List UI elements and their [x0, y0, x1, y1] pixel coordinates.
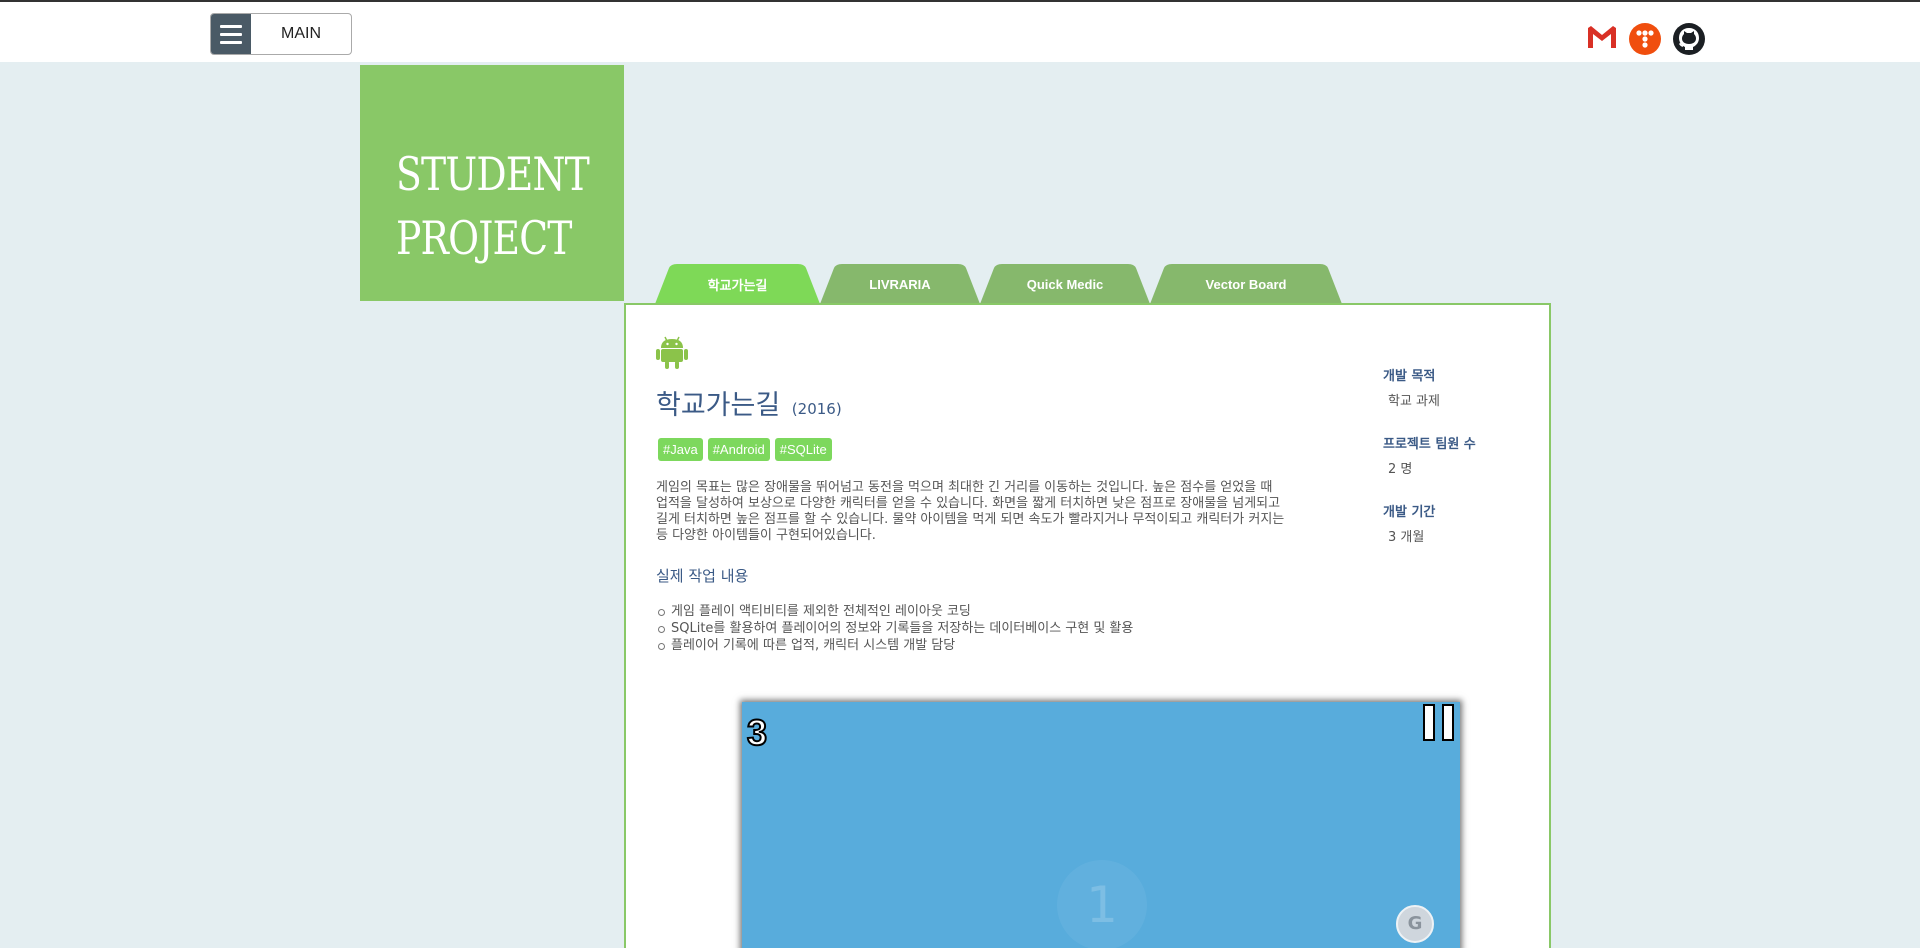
- coin-icon: G: [1396, 905, 1434, 943]
- tab-livraria[interactable]: LIVRARIA: [820, 264, 980, 304]
- top-bar: MAIN: [0, 0, 1920, 62]
- tab-label: 학교가는길: [707, 277, 768, 293]
- tag-list: #Java #Android #SQLite: [658, 438, 832, 461]
- project-year: (2016): [791, 400, 842, 418]
- hero-line-1: STUDENT: [396, 147, 590, 201]
- purpose-label: 개발 목적: [1383, 369, 1436, 384]
- team-label: 프로젝트 팀원 수: [1383, 437, 1476, 452]
- tab-school-road[interactable]: 학교가는길: [655, 264, 820, 304]
- period-label: 개발 기간: [1383, 505, 1436, 520]
- tab-label: Quick Medic: [1026, 276, 1104, 292]
- tab-vector-board[interactable]: Vector Board: [1150, 264, 1342, 304]
- purpose-value: 학교 과제: [1388, 394, 1440, 409]
- tab-label: Vector Board: [1205, 276, 1287, 292]
- github-icon[interactable]: [1672, 22, 1706, 56]
- project-description: 게임의 목표는 많은 장애물을 뛰어넘고 동전을 먹으며 최대한 긴 거리를 이…: [656, 480, 1285, 543]
- work-item: 플레이어 기록에 따른 업적, 캐릭터 시스템 개발 담당: [656, 637, 1133, 654]
- work-list: 게임 플레이 액티비티를 제외한 전체적인 레이아웃 코딩 SQLite를 활용…: [656, 603, 1133, 654]
- tag-android: #Android: [707, 438, 770, 461]
- hamburger-icon[interactable]: [211, 14, 251, 54]
- tab-label: LIVRARIA: [869, 276, 931, 292]
- pause-icon: [1423, 704, 1454, 741]
- android-icon: [656, 336, 688, 369]
- hero-line-2: PROJECT: [396, 211, 572, 265]
- period-value: 3 개월: [1388, 530, 1425, 545]
- game-score: 3: [746, 711, 768, 754]
- work-heading: 실제 작업 내용: [656, 567, 749, 585]
- work-item: 게임 플레이 액티비티를 제외한 전체적인 레이아웃 코딩: [656, 603, 1133, 620]
- game-ghost-number: 1: [1057, 860, 1147, 948]
- tistory-icon[interactable]: [1628, 22, 1662, 56]
- tag-java: #Java: [658, 438, 703, 461]
- team-value: 2 명: [1388, 462, 1413, 477]
- tag-sqlite: #SQLite: [774, 438, 832, 461]
- project-info-sidebar: 개발 목적 학교 과제 프로젝트 팀원 수 2 명 개발 기간 3 개월: [1383, 365, 1533, 569]
- gmail-icon[interactable]: [1585, 20, 1619, 54]
- hero-block: STUDENT PROJECT: [360, 65, 624, 301]
- project-title: 학교가는길 (2016): [656, 383, 842, 422]
- game-screenshot: 3 1 G: [742, 702, 1460, 948]
- main-menu-label: MAIN: [281, 25, 321, 42]
- work-item: SQLite를 활용하여 플레이어의 정보와 기록들을 저장하는 데이터베이스 …: [656, 620, 1133, 637]
- tab-quick-medic[interactable]: Quick Medic: [980, 264, 1150, 304]
- main-menu-button[interactable]: MAIN: [210, 13, 352, 55]
- project-name: 학교가는길: [656, 390, 781, 421]
